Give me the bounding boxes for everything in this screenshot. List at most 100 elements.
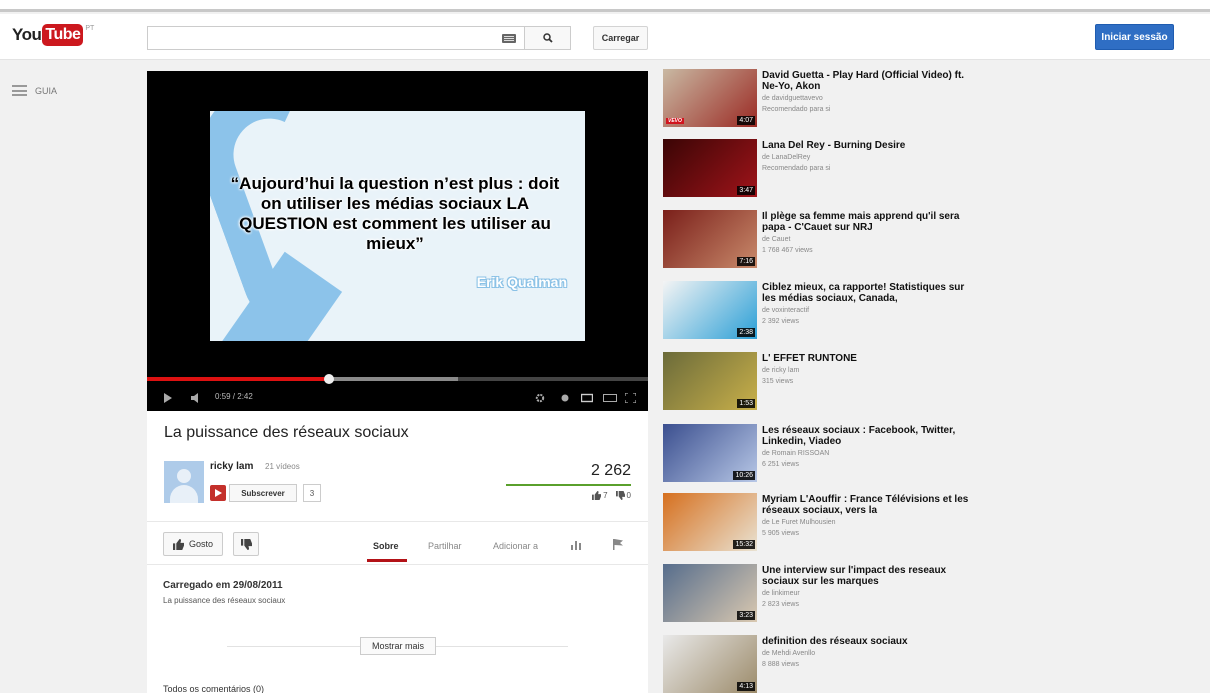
video-thumbnail[interactable]: 10:26	[663, 424, 757, 482]
subscribe-button[interactable]: Subscrever	[229, 484, 297, 502]
related-video-title[interactable]: David Guetta - Play Hard (Official Video…	[762, 70, 972, 92]
related-video-meta: 315 views	[762, 378, 794, 385]
related-video-channel[interactable]: de voxinteractif	[762, 306, 809, 316]
tab-share[interactable]: Partilhar	[428, 541, 462, 551]
like-button[interactable]: Gosto	[163, 532, 223, 556]
thumbs-up-icon	[172, 538, 184, 550]
related-video-item[interactable]: 4:13 definition des réseaux sociaux de Meh…	[661, 635, 981, 693]
related-video-title[interactable]: Il plège sa femme mais apprend qu'il ser…	[762, 211, 972, 233]
time-total: 2:42	[237, 392, 253, 401]
thumbs-down-icon	[240, 538, 252, 550]
video-thumbnail[interactable]: VEVO 4:07	[663, 69, 757, 127]
related-video-channel[interactable]: de linkimeur	[762, 589, 800, 599]
thumbs-up-icon	[592, 491, 602, 500]
tab-about[interactable]: Sobre	[373, 541, 399, 551]
search-button[interactable]	[525, 26, 571, 50]
top-border	[0, 0, 1210, 12]
large-player-icon[interactable]	[603, 393, 617, 403]
comments-header: Todos os comentários (0)	[163, 684, 265, 693]
channel-avatar[interactable]	[164, 461, 204, 503]
video-thumbnail[interactable]: 7:16	[663, 210, 757, 268]
related-video-meta: Recomendado para si	[762, 165, 831, 172]
view-count: 2 262	[590, 462, 631, 479]
related-video-item[interactable]: 3:47 Lana Del Rey - Burning Desire de Lana…	[661, 139, 981, 201]
fullscreen-icon[interactable]	[625, 393, 636, 403]
related-video-channel[interactable]: de Romain RISSOAN	[762, 449, 829, 459]
channel-name[interactable]: ricky lam	[210, 461, 253, 472]
video-duration: 4:13	[737, 682, 755, 691]
youtube-logo[interactable]: You Tube PT	[12, 24, 94, 46]
guide-menu[interactable]: GUIA	[12, 85, 57, 96]
upload-button[interactable]: Carregar	[593, 26, 648, 50]
related-video-channel[interactable]: de Cauet	[762, 235, 790, 245]
related-video-title[interactable]: L' EFFET RUNTONE	[762, 353, 972, 364]
related-video-item[interactable]: 1:53 L' EFFET RUNTONE de ricky lam 315 view…	[661, 352, 981, 414]
related-video-meta: 2 392 views	[762, 318, 799, 325]
action-bar: Gosto Sobre Partilhar Adicionar a	[147, 521, 648, 564]
youtube-subscribe-icon[interactable]	[210, 485, 226, 501]
flag-icon[interactable]	[613, 539, 623, 550]
video-player[interactable]: “Aujourd’hui la question n’est plus : do…	[147, 71, 648, 411]
search-box	[147, 26, 525, 50]
player-controls: 0:59 / 2:42	[147, 383, 648, 411]
related-video-channel[interactable]: de Mehdi Avenllo	[762, 649, 815, 659]
volume-icon[interactable]	[191, 393, 201, 403]
related-video-item[interactable]: 7:16 Il plège sa femme mais apprend qu'il…	[661, 210, 981, 272]
related-video-title[interactable]: Lana Del Rey - Burning Desire	[762, 140, 972, 151]
like-count: 7	[603, 491, 608, 500]
video-duration: 2:38	[737, 328, 755, 337]
related-video-title[interactable]: definition des réseaux sociaux	[762, 636, 972, 647]
related-video-title[interactable]: Une interview sur l'impact des reseaux s…	[762, 565, 972, 587]
video-title: La puissance des réseaux sociaux	[164, 424, 409, 441]
keyboard-icon[interactable]	[502, 34, 516, 43]
related-video-channel[interactable]: de LanaDelRey	[762, 153, 810, 163]
related-video-meta: 8 888 views	[762, 661, 799, 668]
related-video-channel[interactable]: de Le Furet Mulhousien	[762, 518, 836, 528]
signin-button[interactable]: Iniciar sessão	[1095, 24, 1174, 50]
channel-video-count[interactable]: 21 vídeos	[265, 462, 300, 471]
progress-bar[interactable]	[147, 374, 648, 384]
annotations-icon[interactable]	[561, 393, 569, 403]
dislike-button[interactable]	[233, 532, 259, 556]
related-video-item[interactable]: VEVO 4:07 David Guetta - Play Hard (Offici…	[661, 69, 981, 131]
logo-country-code: PT	[85, 25, 95, 32]
related-video-title[interactable]: Myriam L'Aouffir : France Télévisions et…	[762, 494, 972, 516]
related-video-item[interactable]: 15:32 Myriam L'Aouffir : France Télévisio…	[661, 493, 981, 555]
video-duration: 3:47	[737, 186, 755, 195]
video-thumbnail[interactable]: 2:38	[663, 281, 757, 339]
time-display: 0:59 / 2:42	[215, 392, 253, 401]
video-thumbnail[interactable]: 3:47	[663, 139, 757, 197]
related-video-meta: 1 768 467 views	[762, 247, 813, 254]
related-video-channel[interactable]: de ricky lam	[762, 366, 799, 376]
related-video-title[interactable]: Ciblez mieux, ca rapporte! Statistiques …	[762, 282, 972, 304]
related-video-item[interactable]: 3:23 Une interview sur l'impact des resea…	[661, 564, 981, 626]
video-thumbnail[interactable]: 4:13	[663, 635, 757, 693]
video-duration: 1:53	[737, 399, 755, 408]
play-icon[interactable]	[163, 393, 173, 403]
related-video-item[interactable]: 10:26 Les réseaux sociaux : Facebook, Twi…	[661, 424, 981, 486]
video-duration: 15:32	[733, 540, 755, 549]
description-card: Carregado em 29/08/2011 La puissance des…	[147, 564, 648, 693]
quote-author: Erik Qualman	[476, 274, 567, 290]
related-video-channel[interactable]: de davidguettavevo	[762, 94, 823, 104]
stats-icon[interactable]	[571, 539, 582, 550]
search-input[interactable]	[148, 27, 488, 49]
tab-add-to[interactable]: Adicionar a	[493, 541, 538, 551]
settings-gear-icon[interactable]	[535, 393, 545, 403]
show-more-button[interactable]: Mostrar mais	[360, 637, 436, 655]
logo-you-text: You	[12, 25, 42, 44]
related-video-item[interactable]: 2:38 Ciblez mieux, ca rapporte! Statistiq…	[661, 281, 981, 343]
video-thumbnail[interactable]: 3:23	[663, 564, 757, 622]
time-current: 0:59	[215, 392, 231, 401]
video-thumbnail[interactable]: 15:32	[663, 493, 757, 551]
like-button-label: Gosto	[188, 539, 213, 549]
video-thumbnail[interactable]: 1:53	[663, 352, 757, 410]
small-player-icon[interactable]	[581, 393, 593, 403]
related-video-title[interactable]: Les réseaux sociaux : Facebook, Twitter,…	[762, 425, 972, 447]
active-tab-indicator	[367, 559, 407, 562]
guide-label: GUIA	[35, 85, 58, 96]
like-stats: 7 0	[592, 491, 631, 500]
likes-ratio-bar	[506, 484, 631, 486]
video-frame: “Aujourd’hui la question n’est plus : do…	[210, 111, 585, 341]
progress-played	[147, 377, 330, 381]
